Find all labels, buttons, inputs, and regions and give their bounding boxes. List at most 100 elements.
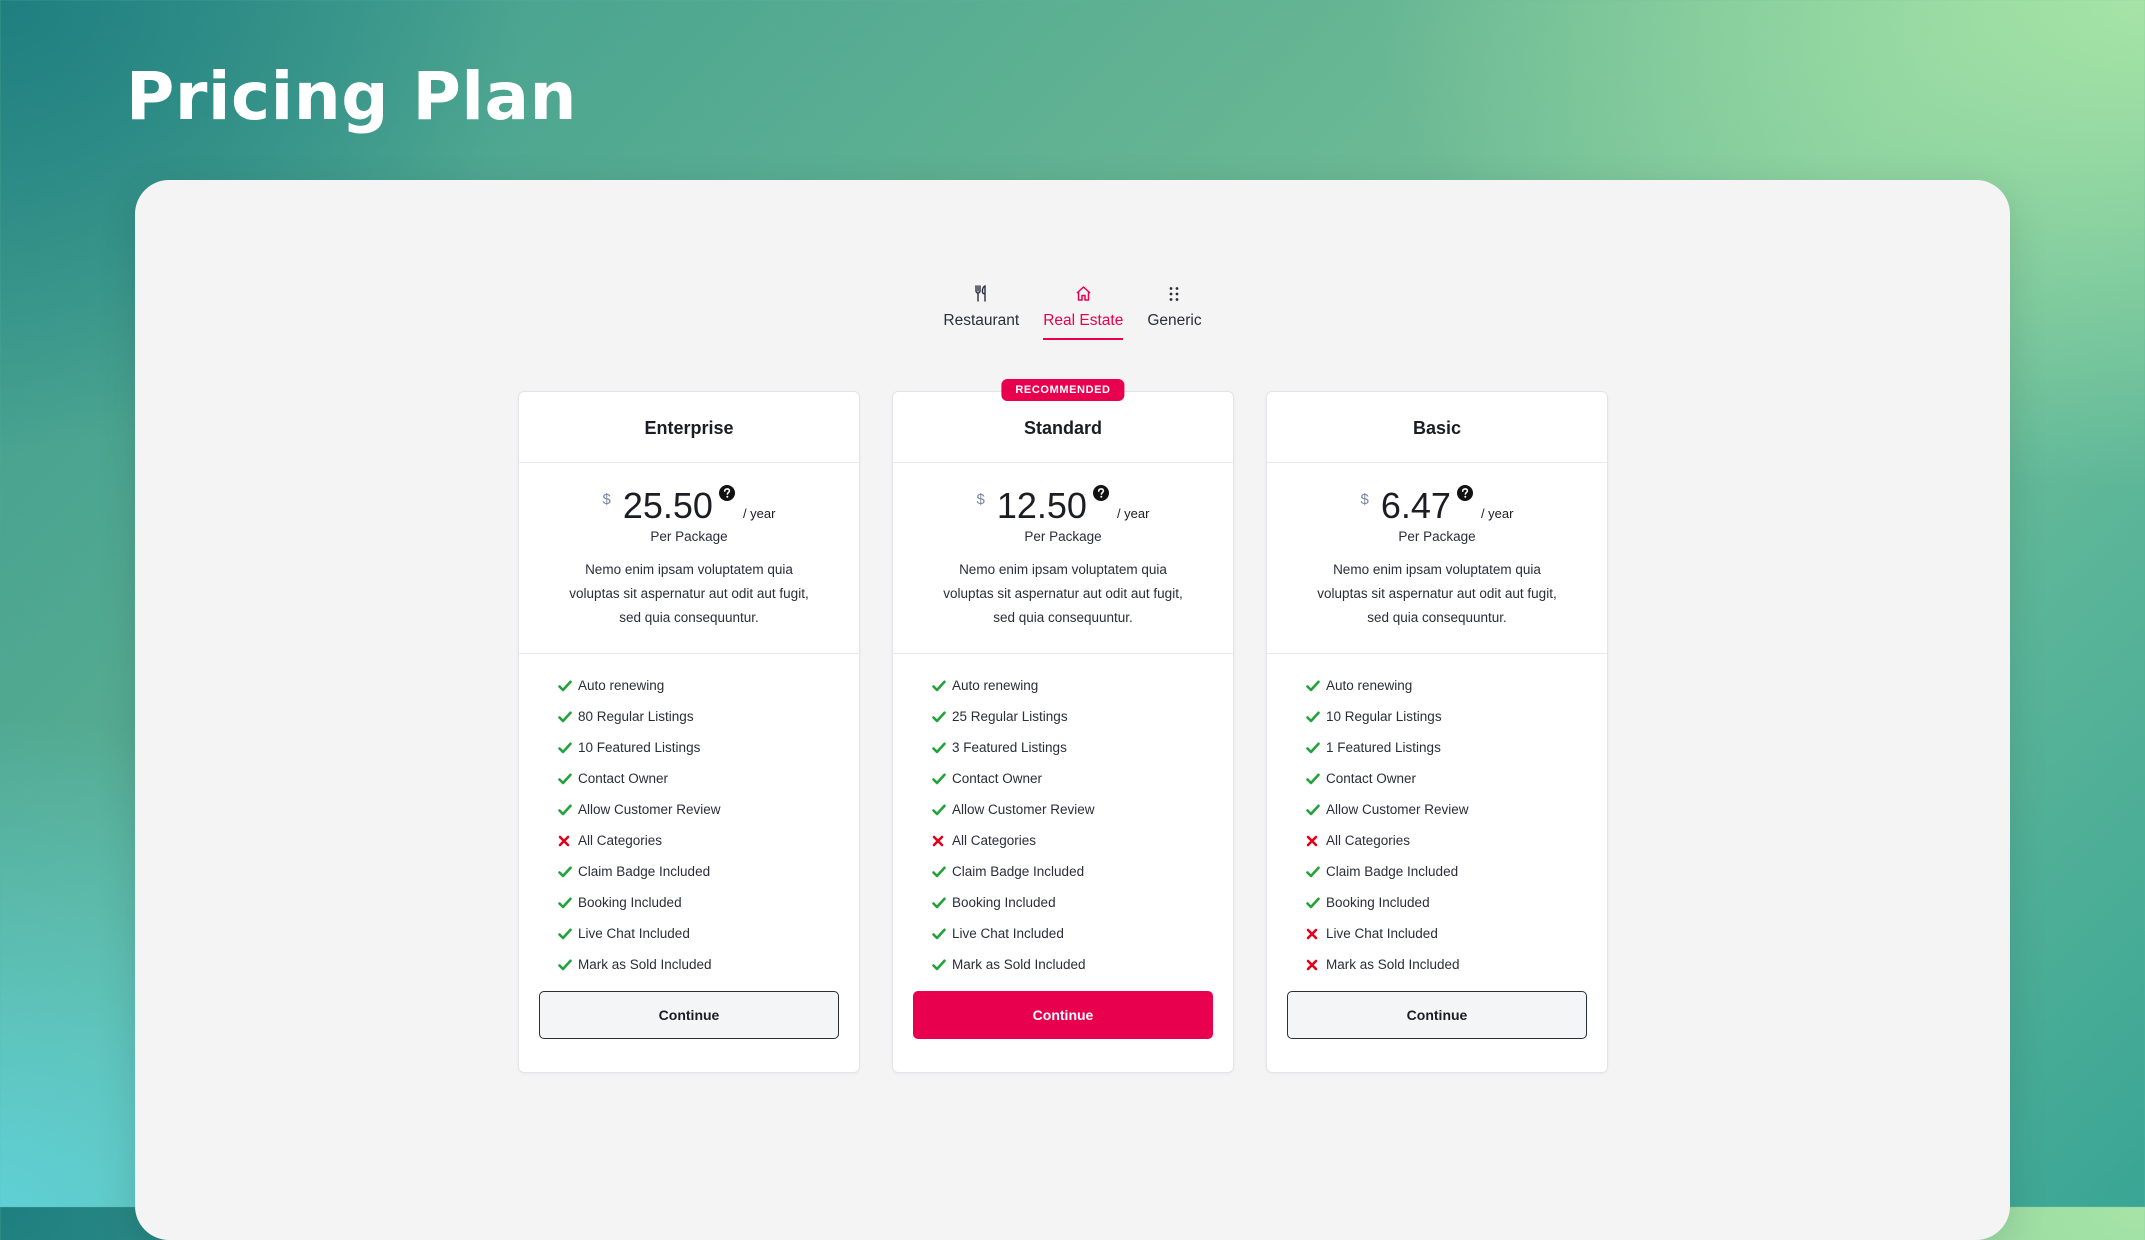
price-amount: 6.47 xyxy=(1380,485,1451,526)
feature-label: 25 Regular Listings xyxy=(952,709,1068,724)
category-tabs: Restaurant Real Estate Generic xyxy=(135,282,2010,340)
currency-symbol: $ xyxy=(976,491,985,508)
feature-label: Booking Included xyxy=(952,895,1056,910)
check-icon xyxy=(1306,772,1322,786)
price-block: $ 6.47 / year Per Package Nemo enim ipsa… xyxy=(1267,463,1607,654)
feature-item: Contact Owner xyxy=(558,763,859,794)
price-row: $ 6.47 / year xyxy=(1267,463,1607,527)
feature-item: Allow Customer Review xyxy=(932,794,1233,825)
price-block: $ 25.50 / year Per Package Nemo enim ips… xyxy=(519,463,859,654)
price-amount: 12.50 xyxy=(996,485,1087,526)
feature-item: Live Chat Included xyxy=(932,918,1233,949)
feature-label: 1 Featured Listings xyxy=(1326,740,1441,755)
feature-item: Claim Badge Included xyxy=(1306,856,1607,887)
plan-header: Standard xyxy=(893,392,1233,463)
price-period: / year xyxy=(1480,506,1514,521)
plan-name: Basic xyxy=(1412,417,1462,438)
tab-restaurant[interactable]: Restaurant xyxy=(931,282,1031,340)
feature-label: 10 Featured Listings xyxy=(578,740,701,755)
check-icon xyxy=(1306,865,1322,879)
recommended-badge: RECOMMENDED xyxy=(1001,379,1125,401)
feature-item: All Categories xyxy=(932,825,1233,856)
feature-label: Auto renewing xyxy=(1326,678,1413,693)
feature-label: Contact Owner xyxy=(952,771,1043,786)
check-icon xyxy=(558,803,574,817)
continue-button[interactable]: Continue xyxy=(913,991,1213,1039)
plan-name: Standard xyxy=(1023,417,1102,438)
feature-item: Live Chat Included xyxy=(558,918,859,949)
continue-button[interactable]: Continue xyxy=(539,991,839,1039)
tab-label: Generic xyxy=(1147,312,1202,329)
cross-icon xyxy=(1306,927,1322,941)
plan-card-basic: Basic $ 6.47 / year Per Package Nemo eni… xyxy=(1266,391,1608,1073)
feature-label: Booking Included xyxy=(578,895,682,910)
feature-item: Mark as Sold Included xyxy=(558,949,859,980)
help-icon[interactable] xyxy=(1092,485,1109,506)
feature-label: 10 Regular Listings xyxy=(1326,709,1442,724)
check-icon xyxy=(932,772,948,786)
feature-label: 3 Featured Listings xyxy=(952,740,1067,755)
check-icon xyxy=(932,710,948,724)
feature-item: Auto renewing xyxy=(1306,670,1607,701)
check-icon xyxy=(932,803,948,817)
feature-item: Auto renewing xyxy=(558,670,859,701)
feature-item: Mark as Sold Included xyxy=(1306,949,1607,980)
check-icon xyxy=(932,958,948,972)
feature-item: Booking Included xyxy=(558,887,859,918)
check-icon xyxy=(932,865,948,879)
check-icon xyxy=(1306,710,1322,724)
help-icon[interactable] xyxy=(1456,485,1473,506)
plan-card-standard: RECOMMENDED Standard $ 12.50 / year Per … xyxy=(892,379,1234,1073)
feature-label: Live Chat Included xyxy=(1326,926,1438,941)
continue-button[interactable]: Continue xyxy=(1287,991,1587,1039)
check-icon xyxy=(932,927,948,941)
feature-label: All Categories xyxy=(1326,833,1411,848)
feature-item: 10 Regular Listings xyxy=(1306,701,1607,732)
home-icon xyxy=(1075,282,1092,302)
currency-symbol: $ xyxy=(602,491,611,508)
feature-label: Mark as Sold Included xyxy=(1326,957,1460,972)
feature-item: Live Chat Included xyxy=(1306,918,1607,949)
currency-symbol: $ xyxy=(1360,491,1369,508)
check-icon xyxy=(558,710,574,724)
check-icon xyxy=(1306,741,1322,755)
tab-real-estate[interactable]: Real Estate xyxy=(1031,282,1135,340)
pricing-panel: Restaurant Real Estate Generic Enterpris… xyxy=(135,180,2010,1240)
feature-label: Live Chat Included xyxy=(952,926,1064,941)
feature-list: Auto renewing 80 Regular Listings 10 Fea… xyxy=(519,654,859,980)
feature-label: Live Chat Included xyxy=(578,926,690,941)
check-icon xyxy=(932,741,948,755)
cross-icon xyxy=(1306,834,1322,848)
cross-icon xyxy=(558,834,574,848)
feature-label: Claim Badge Included xyxy=(952,864,1085,879)
tab-label: Real Estate xyxy=(1043,312,1124,340)
plan-description: Nemo enim ipsam voluptatem quia voluptas… xyxy=(1317,562,1557,625)
feature-label: Mark as Sold Included xyxy=(578,957,712,972)
cross-icon xyxy=(932,834,948,848)
feature-item: Auto renewing xyxy=(932,670,1233,701)
check-icon xyxy=(558,741,574,755)
feature-item: 80 Regular Listings xyxy=(558,701,859,732)
plan-header: Enterprise xyxy=(519,392,859,463)
price-unit: Per Package xyxy=(650,529,728,544)
tab-generic[interactable]: Generic xyxy=(1135,282,1213,340)
feature-item: Claim Badge Included xyxy=(558,856,859,887)
feature-item: 25 Regular Listings xyxy=(932,701,1233,732)
check-icon xyxy=(1306,896,1322,910)
check-icon xyxy=(558,679,574,693)
feature-label: Allow Customer Review xyxy=(952,802,1095,817)
feature-item: 10 Featured Listings xyxy=(558,732,859,763)
feature-item: Booking Included xyxy=(932,887,1233,918)
check-icon xyxy=(558,772,574,786)
feature-item: All Categories xyxy=(558,825,859,856)
feature-label: Claim Badge Included xyxy=(578,864,711,879)
check-icon xyxy=(558,927,574,941)
feature-label: Auto renewing xyxy=(578,678,665,693)
feature-label: All Categories xyxy=(578,833,663,848)
help-icon[interactable] xyxy=(718,485,735,506)
feature-item: Contact Owner xyxy=(1306,763,1607,794)
check-icon xyxy=(558,958,574,972)
feature-item: 1 Featured Listings xyxy=(1306,732,1607,763)
plan-name: Enterprise xyxy=(644,417,734,438)
plan-card-enterprise: Enterprise $ 25.50 / year Per Package Ne… xyxy=(518,391,860,1073)
